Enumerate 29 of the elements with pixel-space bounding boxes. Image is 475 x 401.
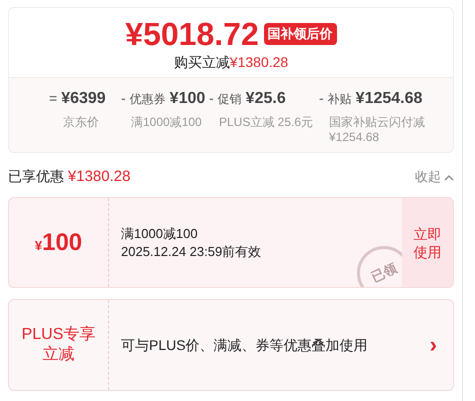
item-note: 国家补贴云闪付减¥1254.68	[328, 115, 426, 145]
item-label: 优惠券	[130, 91, 166, 108]
plus-title: PLUS专享立减	[20, 325, 96, 365]
final-price: ¥5018.72	[125, 17, 259, 51]
chevron-right-icon: ›	[430, 334, 437, 356]
coupon-validity: 2025.12.24 23:59前有效	[121, 242, 262, 260]
item-note: 京东价	[62, 115, 100, 130]
item-note: 满1000减100	[130, 115, 203, 130]
operator-sign: -	[121, 89, 126, 108]
plus-description: 可与PLUS价、满减、券等优惠叠加使用	[121, 336, 368, 354]
collapse-button[interactable]: 收起	[415, 167, 454, 187]
enjoyed-discount: 已享优惠 ¥1380.28	[8, 166, 130, 187]
operator-sign: =	[49, 89, 58, 108]
item-note: PLUS立减 25.6元	[218, 115, 314, 130]
use-now-button[interactable]: 立即使用	[402, 198, 453, 287]
operator-sign: -	[319, 89, 324, 108]
item-label: 促销	[218, 91, 242, 108]
item-amount: ¥100	[170, 89, 206, 109]
price-badge: 国补领后价	[264, 23, 337, 45]
chevron-up-icon	[444, 174, 454, 180]
coupon-amount: ¥100	[34, 230, 82, 254]
plus-card[interactable]: PLUS专享立减 可与PLUS价、满减、券等优惠叠加使用 ›	[8, 299, 454, 391]
item-amount: ¥25.6	[246, 89, 286, 109]
saving-text: 购买立减¥1380.28	[174, 53, 288, 72]
coupon-condition: 满1000减100	[121, 224, 199, 242]
item-amount: ¥1254.68	[356, 89, 422, 109]
item-amount: ¥6399	[61, 89, 106, 109]
item-label: 补贴	[328, 91, 352, 108]
operator-sign: -	[209, 89, 214, 108]
